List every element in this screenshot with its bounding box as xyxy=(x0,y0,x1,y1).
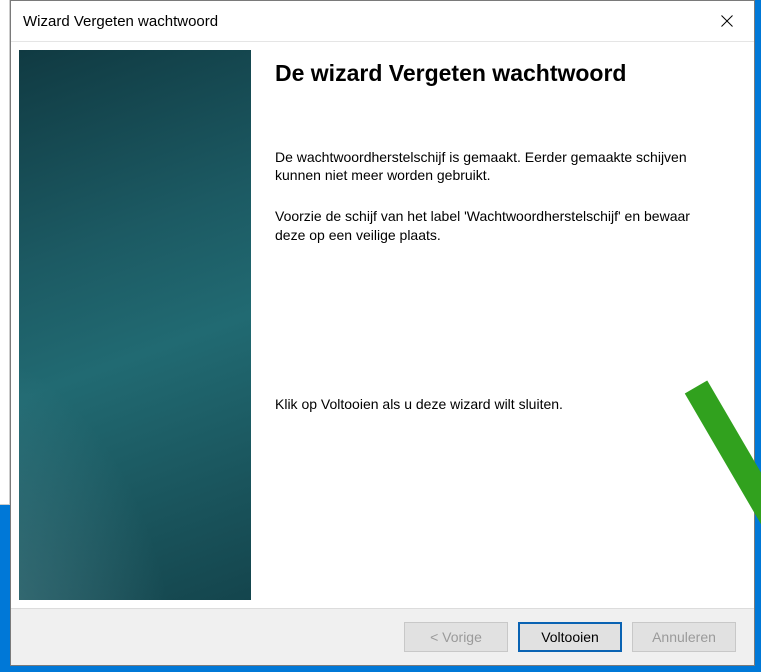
content-area: De wizard Vergeten wachtwoord De wachtwo… xyxy=(11,41,754,609)
wizard-paragraph-2: Voorzie de schijf van het label 'Wachtwo… xyxy=(275,207,695,245)
wizard-paragraph-1: De wachtwoordherstelschijf is gemaakt. E… xyxy=(275,148,695,186)
button-bar: < Vorige Voltooien Annuleren xyxy=(11,609,754,665)
wizard-heading: De wizard Vergeten wachtwoord xyxy=(275,60,722,88)
close-icon xyxy=(721,15,733,27)
back-button: < Vorige xyxy=(404,622,508,652)
close-button[interactable] xyxy=(704,6,750,36)
wizard-side-graphic xyxy=(19,50,251,600)
finish-button[interactable]: Voltooien xyxy=(518,622,622,652)
cancel-button: Annuleren xyxy=(632,622,736,652)
wizard-paragraph-3: Klik op Voltooien als u deze wizard wilt… xyxy=(275,395,695,414)
titlebar: Wizard Vergeten wachtwoord xyxy=(11,1,754,41)
wizard-window: Wizard Vergeten wachtwoord De wizard Ver… xyxy=(10,0,755,666)
background-window-edge xyxy=(0,0,10,505)
wizard-body: De wizard Vergeten wachtwoord De wachtwo… xyxy=(251,42,754,608)
window-title: Wizard Vergeten wachtwoord xyxy=(23,13,218,30)
